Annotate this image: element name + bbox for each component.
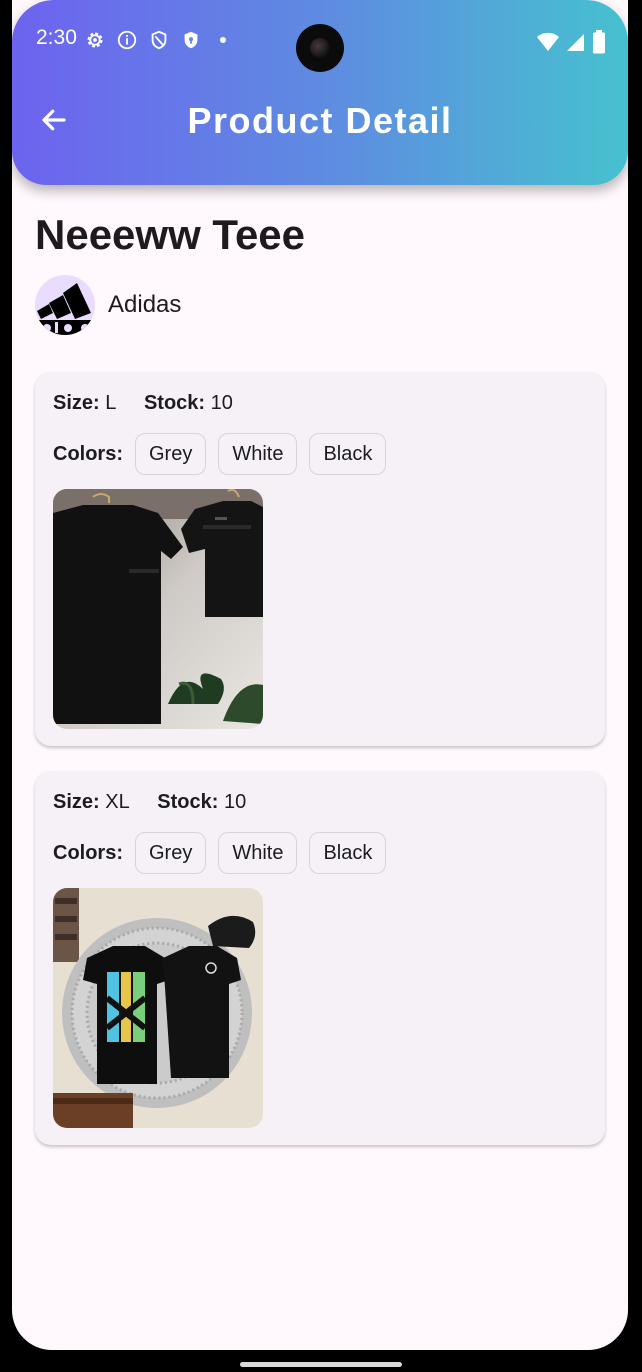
shield-outline-icon [151,30,167,50]
home-indicator[interactable] [240,1362,402,1367]
tshirt-photo [53,489,263,729]
status-time: 2:30 [36,26,77,49]
info-icon [117,30,137,50]
battery-icon [593,30,605,54]
product-name: Neeeww Teee [35,211,306,258]
color-chip-black[interactable]: Black [309,433,387,475]
size-label: Size: [53,791,100,813]
adidas-logo-icon [37,283,93,335]
brand-row: Adidas [35,275,181,335]
color-chip-grey[interactable]: Grey [135,433,207,475]
variant-meta: Size: XL Stock: 10 [53,791,246,814]
shield-filled-icon [184,31,198,49]
stock-label: Stock: [157,791,219,813]
gear-icon [87,32,103,48]
front-camera [296,24,344,72]
size-value: L [105,392,117,414]
notification-dot [220,37,226,43]
status-left-icons [84,29,226,51]
size-label: Size: [53,392,100,414]
color-chip-black[interactable]: Black [309,832,387,874]
colors-label: Colors: [53,442,123,465]
variant-image[interactable] [53,888,263,1128]
variant-image[interactable] [53,489,263,729]
brand-name: Adidas [108,291,182,318]
size-value: XL [105,791,130,813]
colors-row: Colors: Grey White Black [53,831,398,875]
brand-logo [35,275,95,335]
color-chip-white[interactable]: White [218,832,298,874]
colors-label: Colors: [53,841,123,864]
tshirt-photo [53,888,263,1128]
signal-icon [567,34,584,51]
page-title: Product Detail [187,100,453,141]
color-chip-white[interactable]: White [218,433,298,475]
stock-label: Stock: [143,392,206,414]
wifi-icon [537,32,559,51]
colors-row: Colors: Grey White Black [53,432,398,476]
phone-screen: 2:30 Product Detail Neeeww Teee Adidas S… [12,0,628,1350]
color-chip-grey[interactable]: Grey [135,832,207,874]
stock-value: 10 [210,392,233,414]
variant-card: Size: L Stock: 10 Colors: Grey White Bla… [35,372,605,746]
variant-card: Size: XL Stock: 10 Colors: Grey White Bl… [35,771,605,1145]
stock-value: 10 [223,791,247,813]
status-right-icons [536,30,606,54]
variant-meta: Size: L Stock: 10 [53,392,233,415]
